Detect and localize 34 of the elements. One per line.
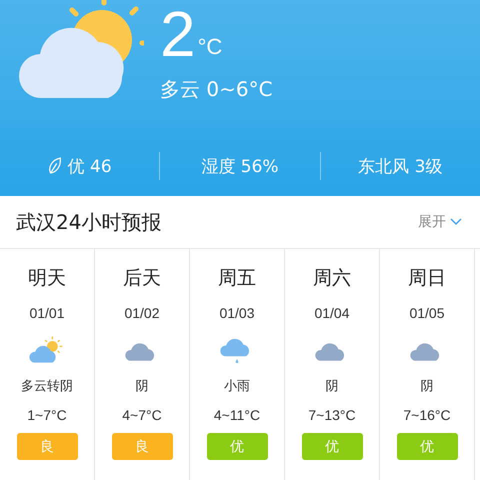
- day-name: 周日: [408, 266, 446, 291]
- day-condition: 阴: [420, 378, 434, 395]
- day-date: 01/04: [314, 305, 350, 321]
- forecast-title: 武汉24小时预报: [16, 208, 162, 236]
- stat-text: 东北风 3级: [358, 156, 442, 178]
- day-condition: 阴: [326, 378, 338, 395]
- day-temperature: 4~11°C: [214, 407, 260, 423]
- caret-icon: [450, 218, 462, 226]
- expand-button[interactable]: 展开: [416, 211, 464, 233]
- air-quality-badge: 优: [206, 433, 268, 460]
- day-temperature: 7~13°C: [308, 407, 356, 423]
- day-date: 01/01: [29, 305, 65, 321]
- day-temperature: 4~7°C: [122, 407, 162, 423]
- air-quality-badge: 良: [16, 433, 78, 460]
- air-quality-badge: 优: [302, 433, 362, 460]
- air-quality-badge: 优: [396, 433, 458, 460]
- stat-text: 优 46: [68, 156, 112, 178]
- day-name: 周五: [218, 266, 256, 291]
- weather-summary: 多云 0~6°C: [160, 76, 273, 103]
- day-condition: 小雨: [224, 378, 250, 395]
- day-condition: 多云转阴: [21, 378, 73, 395]
- day-name: 明天: [28, 266, 66, 291]
- stat-text: 湿度 56%: [201, 156, 279, 178]
- day-date: 01/05: [409, 305, 445, 321]
- temperature-unit: °C: [198, 34, 222, 60]
- temperature: 2: [160, 4, 196, 64]
- day-date: 01/02: [124, 305, 160, 321]
- air-quality-badge: 良: [112, 433, 172, 460]
- day-temperature: 1~7°C: [27, 407, 67, 423]
- day-temperature: 7~16°C: [403, 407, 451, 423]
- day-date: 01/03: [219, 305, 255, 321]
- day-name: 后天: [123, 266, 161, 291]
- day-name: 周六: [313, 266, 351, 291]
- day-condition: 阴: [136, 378, 148, 395]
